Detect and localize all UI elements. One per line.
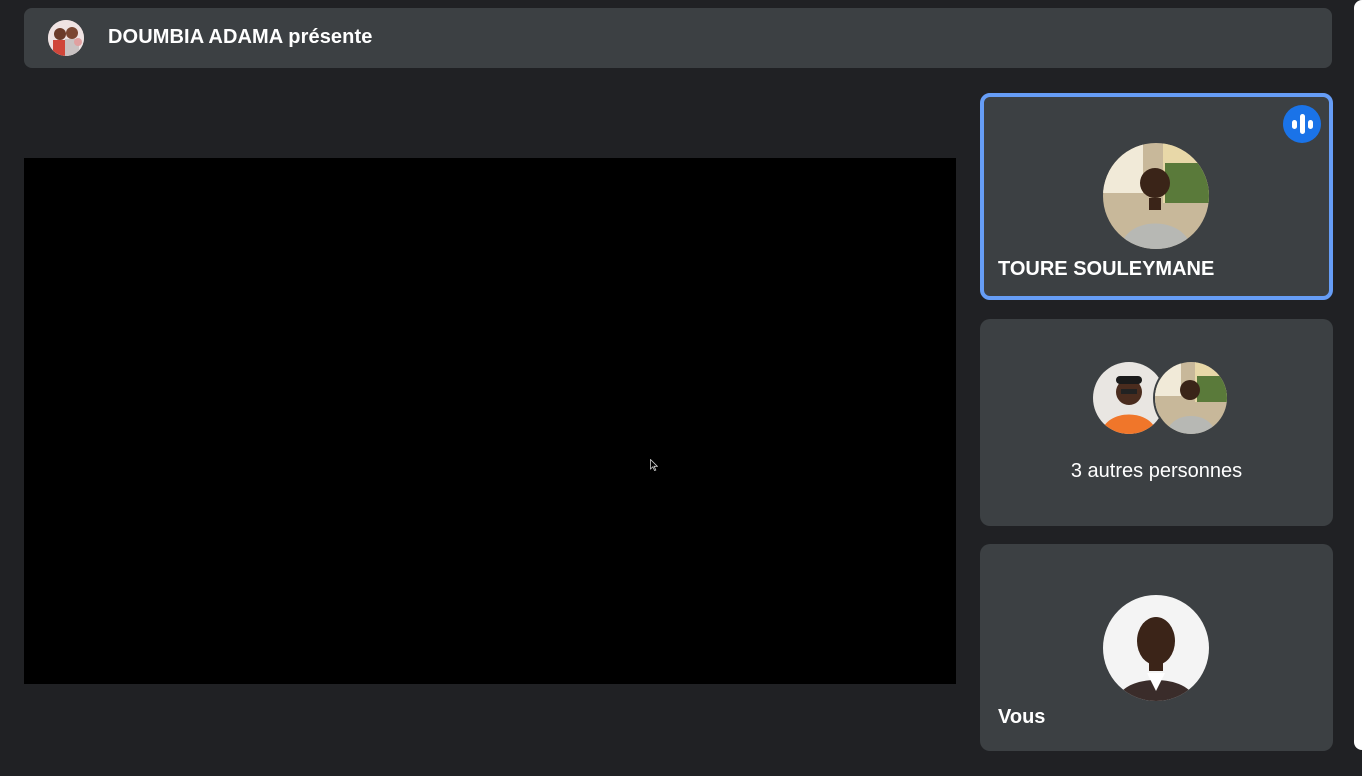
participant-name: TOURE SOULEYMANE: [998, 258, 1215, 280]
presenter-avatar: [48, 20, 84, 56]
self-label: Vous: [998, 706, 1046, 728]
participant-avatar: [1103, 143, 1209, 249]
meeting-view: DOUMBIA ADAMA présente TOURE SOULEYMANE: [0, 0, 1362, 776]
others-count-label: 3 autres personnes: [1070, 460, 1243, 482]
participant-tile-active-speaker[interactable]: TOURE SOULEYMANE: [980, 93, 1333, 300]
presenter-banner: DOUMBIA ADAMA présente: [24, 8, 1332, 68]
audio-level-icon: [1283, 105, 1321, 143]
mouse-pointer-icon: [650, 459, 658, 471]
participant-tile-self[interactable]: Vous: [980, 544, 1333, 751]
self-avatar: [1103, 595, 1209, 701]
participant-avatar: [1153, 360, 1229, 436]
presentation-screen[interactable]: [24, 158, 956, 684]
side-panel-edge: [1354, 0, 1362, 750]
participant-tile-others[interactable]: 3 autres personnes: [980, 319, 1333, 526]
presenter-label: DOUMBIA ADAMA présente: [108, 26, 373, 48]
